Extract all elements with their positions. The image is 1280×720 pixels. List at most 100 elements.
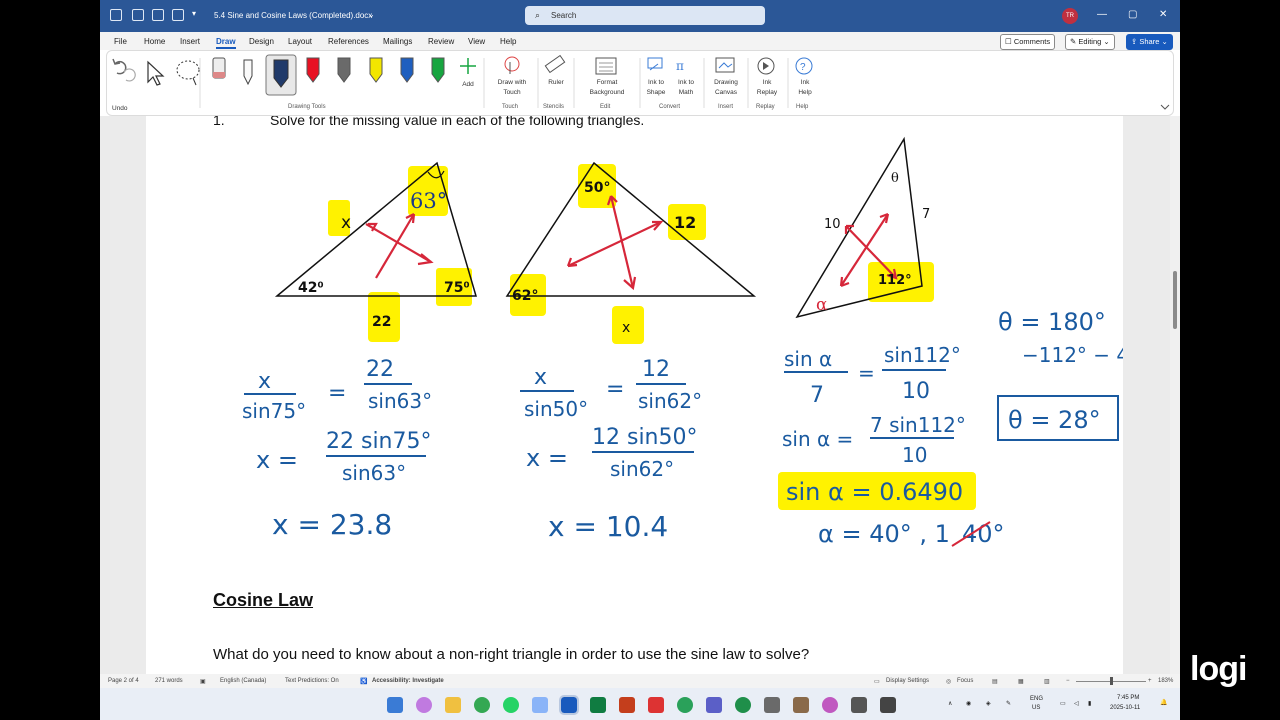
draw-with-touch-icon[interactable] [504,56,520,74]
input-language[interactable]: ENG [1030,696,1043,702]
pen-blue-icon[interactable] [400,57,414,83]
pen-gray-icon[interactable] [337,57,351,83]
avatar[interactable]: TR [1062,8,1078,24]
zoom-slider-thumb[interactable] [1110,677,1113,685]
tab-insert[interactable]: Insert [180,37,200,46]
share-button[interactable]: ⇪ Share ⌄ [1126,34,1173,50]
display-settings[interactable]: Display Settings [886,678,929,684]
pen-red-icon[interactable] [306,57,320,83]
network-icon[interactable]: ▭ [1060,700,1066,707]
save-icon[interactable] [132,9,144,21]
print-layout-icon[interactable]: ▦ [1018,678,1024,685]
tab-design[interactable]: Design [249,37,274,46]
tab-help[interactable]: Help [500,37,516,46]
minimize-icon[interactable]: — [1097,9,1107,20]
tab-file[interactable]: File [114,37,127,46]
add-pen-icon[interactable] [460,58,476,74]
powerpoint-icon[interactable] [619,697,635,713]
pencil-icon[interactable] [243,59,253,86]
start-icon[interactable] [387,697,403,713]
vpn-icon[interactable] [735,697,751,713]
clock-date[interactable]: 2025-10-11 [1110,705,1140,711]
document-page[interactable]: 1. Solve for the missing value in each o… [146,116,1123,674]
tab-references[interactable]: References [328,37,369,46]
whatsapp-icon[interactable] [503,697,519,713]
title-chevron-icon[interactable]: ⌄ [368,10,375,19]
text-predictions[interactable]: Text Predictions: On [285,678,339,684]
pen-green-icon[interactable] [431,57,445,83]
scrollbar-thumb[interactable] [1173,271,1177,329]
ink-to-math-icon[interactable]: π [676,59,684,73]
ink-replay-icon[interactable] [757,57,775,75]
tab-draw[interactable]: Draw [216,37,236,49]
lasso-icon[interactable] [176,60,200,86]
editing-button[interactable]: ✎ Editing ⌄ [1065,34,1115,50]
notification-icon[interactable]: 🔔 [1160,699,1167,706]
excel-icon[interactable] [590,697,606,713]
drawing-canvas-button[interactable]: Drawing Canvas [706,78,746,98]
tray-app-icon[interactable]: ◈ [986,700,991,707]
web-layout-icon[interactable]: ▥ [1044,678,1050,685]
copilot-icon[interactable] [416,697,432,713]
read-mode-icon[interactable]: ▤ [992,678,998,685]
drawing-canvas-icon[interactable] [715,57,735,73]
tab-layout[interactable]: Layout [288,37,312,46]
customize-qat-icon[interactable]: ▾ [192,9,196,18]
pen-app-icon[interactable] [793,697,809,713]
select-tool-icon[interactable] [147,60,165,86]
clock-time[interactable]: 7:45 PM [1117,695,1139,701]
undo-icon[interactable] [152,9,164,21]
comments-button[interactable]: ☐ Comments [1000,34,1056,50]
language[interactable]: English (Canada) [220,678,266,684]
draw-with-touch-button[interactable]: Draw with Touch [492,78,532,98]
page-count[interactable]: Page 2 of 4 [108,678,139,684]
eraser-icon[interactable] [212,57,226,79]
zoom-in-icon[interactable]: + [1148,678,1152,684]
search-box[interactable]: ⌕ Search [525,6,765,25]
redo-icon[interactable] [123,68,136,82]
tab-mailings[interactable]: Mailings [383,37,412,46]
tab-review[interactable]: Review [428,37,454,46]
highlighter-yellow-icon[interactable] [369,57,383,83]
ruler-icon[interactable] [544,54,566,74]
battery-icon[interactable]: ▮ [1088,700,1091,707]
ink-help-icon[interactable]: ? [795,57,813,75]
sync-icon[interactable] [677,697,693,713]
tray-app-icon[interactable]: ◉ [966,700,971,707]
word-taskbar-icon[interactable] [559,695,579,715]
tab-view[interactable]: View [468,37,485,46]
pen-mode-icon[interactable] [172,9,184,21]
format-background-button[interactable]: Format Background [580,78,634,98]
notepad-icon[interactable] [532,697,548,713]
tray-app-icon[interactable]: ✎ [1006,700,1011,707]
tab-home[interactable]: Home [144,37,165,46]
teams-icon[interactable] [706,697,722,713]
document-title[interactable]: 5.4 Sine and Cosine Laws (Completed).doc… [214,11,372,20]
chrome-icon[interactable] [474,697,490,713]
ink-to-shape-button[interactable]: Ink to Shape [642,78,670,98]
tray-chevron-icon[interactable]: ∧ [948,700,952,707]
pdf-icon[interactable] [648,697,664,713]
accessibility-status[interactable]: Accessibility: Investigate [372,678,444,684]
ink-replay-button[interactable]: Ink Replay [750,78,784,98]
focus-mode[interactable]: Focus [957,678,973,684]
format-background-icon[interactable] [595,57,617,75]
ruler-button[interactable]: Ruler [540,78,572,88]
ink-help-button[interactable]: Ink Help [790,78,820,98]
ink-to-math-button[interactable]: Ink to Math [672,78,700,98]
collapse-ribbon-icon[interactable] [1160,104,1170,110]
file-explorer-icon[interactable] [445,697,461,713]
volume-icon[interactable]: ◁ [1074,700,1079,707]
close-icon[interactable]: ✕ [1159,9,1167,20]
word-app-icon[interactable] [110,9,122,21]
vertical-scrollbar[interactable] [1170,116,1180,674]
proofing-icon[interactable]: ▣ [200,678,206,685]
email-icon[interactable] [764,697,780,713]
snip-icon[interactable] [822,697,838,713]
zoom-out-icon[interactable]: − [1066,678,1070,684]
pencil-app-icon[interactable] [851,697,867,713]
ink-to-shape-icon[interactable] [647,57,663,71]
maximize-icon[interactable]: ▢ [1128,9,1137,20]
tool-app-icon[interactable] [880,697,896,713]
word-count[interactable]: 271 words [155,678,183,684]
